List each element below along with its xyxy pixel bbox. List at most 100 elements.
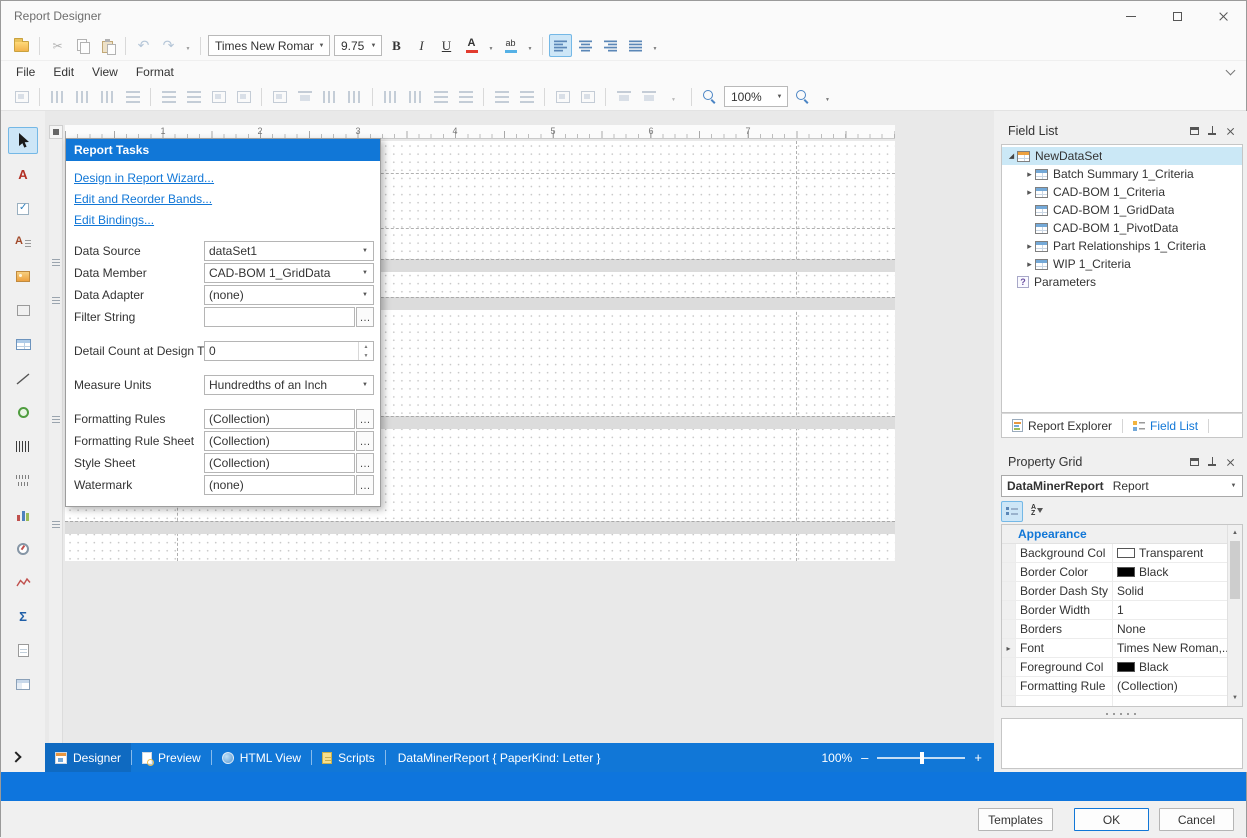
same-width-button[interactable] xyxy=(207,86,230,108)
edit-bindings-link[interactable]: Edit Bindings... xyxy=(66,209,380,230)
tab-scripts[interactable]: Scripts xyxy=(312,743,385,772)
center-vertically-button[interactable] xyxy=(576,86,599,108)
align-centers-button[interactable] xyxy=(71,86,94,108)
property-value[interactable]: Black xyxy=(1113,563,1227,581)
align-right-button[interactable] xyxy=(599,34,622,57)
property-value[interactable]: Transparent xyxy=(1113,544,1227,562)
h-spacing-remove-button[interactable] xyxy=(404,86,427,108)
highlight-button[interactable]: ab xyxy=(499,34,522,57)
style-sheet-ellipsis-button[interactable]: … xyxy=(356,453,374,473)
tool-bar-code[interactable] xyxy=(8,433,38,460)
templates-button[interactable]: Templates xyxy=(978,808,1053,831)
maximize-button[interactable] xyxy=(1154,1,1200,31)
design-in-report-wizard-link[interactable]: Design in Report Wizard... xyxy=(66,167,380,188)
copy-button[interactable] xyxy=(71,34,94,57)
v-spacing-decrease-button[interactable] xyxy=(490,86,513,108)
style-sheet-value[interactable]: (Collection) xyxy=(204,453,355,473)
pin-button[interactable] xyxy=(1203,122,1221,140)
highlight-dropdown[interactable] xyxy=(524,34,536,57)
tab-designer[interactable]: Designer xyxy=(45,743,131,772)
tool-subreport[interactable] xyxy=(8,637,38,664)
expand-icon[interactable] xyxy=(1002,639,1016,657)
alphabetical-sort-button[interactable] xyxy=(1026,501,1048,522)
tool-panel[interactable] xyxy=(8,297,38,324)
zoom-in-button[interactable] xyxy=(791,86,814,108)
data-source-combo[interactable]: dataSet1 xyxy=(204,241,374,261)
tool-shape[interactable] xyxy=(8,399,38,426)
font-color-dropdown[interactable] xyxy=(485,34,497,57)
tool-sparkline[interactable] xyxy=(8,569,38,596)
tool-line[interactable] xyxy=(8,365,38,392)
restore-button[interactable] xyxy=(1185,122,1203,140)
tree-node-parameters[interactable]: Parameters xyxy=(1002,273,1242,291)
collapse-icon[interactable] xyxy=(1006,152,1017,160)
formatting-rules-ellipsis-button[interactable]: … xyxy=(356,409,374,429)
zoom-in-button[interactable]: + xyxy=(974,751,982,764)
redo-button[interactable] xyxy=(157,34,180,57)
spinner-arrows-icon[interactable] xyxy=(358,342,373,360)
property-grid[interactable]: Appearance Background Col Transparent Bo… xyxy=(1001,524,1243,707)
edit-and-reorder-bands-link[interactable]: Edit and Reorder Bands... xyxy=(66,188,380,209)
expand-icon[interactable] xyxy=(1024,187,1035,198)
undo-button[interactable] xyxy=(132,34,155,57)
h-spacing-decrease-button[interactable] xyxy=(379,86,402,108)
send-to-back-button[interactable] xyxy=(637,86,660,108)
tree-node[interactable]: CAD-BOM 1_Criteria xyxy=(1002,183,1242,201)
menu-edit[interactable]: Edit xyxy=(44,61,83,83)
watermark-value[interactable]: (none) xyxy=(204,475,355,495)
zoom-out-button[interactable]: – xyxy=(861,751,868,764)
data-adapter-combo[interactable]: (none) xyxy=(204,285,374,305)
property-grid-header[interactable]: Property Grid xyxy=(1001,449,1243,475)
tab-field-list[interactable]: Field List xyxy=(1123,414,1208,437)
tool-chart[interactable] xyxy=(8,501,38,528)
property-value[interactable]: Black xyxy=(1113,658,1227,676)
zoom-combo[interactable]: 100% xyxy=(724,86,788,107)
align-left-button[interactable] xyxy=(549,34,572,57)
tool-picture-box[interactable] xyxy=(8,263,38,290)
tool-table[interactable] xyxy=(8,331,38,358)
tool-page-info[interactable] xyxy=(8,671,38,698)
align-bottoms-button[interactable] xyxy=(182,86,205,108)
font-size-combo[interactable]: 9.75 xyxy=(334,35,382,56)
filter-string-ellipsis-button[interactable]: … xyxy=(356,307,374,327)
align-center-button[interactable] xyxy=(574,34,597,57)
tool-zip-code[interactable] xyxy=(8,467,38,494)
font-color-button[interactable]: A xyxy=(460,34,483,57)
paste-button[interactable] xyxy=(96,34,119,57)
restore-button[interactable] xyxy=(1185,453,1203,471)
tree-node[interactable]: CAD-BOM 1_GridData xyxy=(1002,201,1242,219)
same-height-button[interactable] xyxy=(232,86,255,108)
band-strip[interactable] xyxy=(49,139,63,743)
tool-check-box[interactable] xyxy=(8,195,38,222)
close-button[interactable] xyxy=(1200,1,1246,31)
same-size-button[interactable] xyxy=(268,86,291,108)
tree-node[interactable]: CAD-BOM 1_PivotData xyxy=(1002,219,1242,237)
open-button[interactable] xyxy=(10,34,33,57)
tool-rich-text[interactable] xyxy=(8,229,38,256)
tool-pointer[interactable] xyxy=(8,127,38,154)
collapse-chevron-icon[interactable] xyxy=(1226,65,1236,75)
tab-html-view[interactable]: HTML View xyxy=(212,743,311,772)
scroll-thumb[interactable] xyxy=(1230,541,1240,599)
property-value[interactable]: 1 xyxy=(1113,601,1227,619)
order-dropdown[interactable] xyxy=(662,86,685,108)
v-spacing-remove-button[interactable] xyxy=(515,86,538,108)
tab-report-explorer[interactable]: Report Explorer xyxy=(1002,414,1122,437)
detail-count-spinner[interactable]: 0 xyxy=(204,341,374,361)
menu-format[interactable]: Format xyxy=(127,61,183,83)
zoom-slider[interactable] xyxy=(877,757,965,759)
align-middles-button[interactable] xyxy=(157,86,180,108)
scrollbar[interactable] xyxy=(1227,525,1242,706)
tree-node-newdataset[interactable]: NewDataSet xyxy=(1002,147,1242,165)
formatting-rule-sheet-value[interactable]: (Collection) xyxy=(204,431,355,451)
watermark-ellipsis-button[interactable]: … xyxy=(356,475,374,495)
font-name-combo[interactable]: Times New Roman xyxy=(208,35,330,56)
menu-file[interactable]: File xyxy=(7,61,44,83)
filter-string-input[interactable] xyxy=(204,307,355,327)
scroll-down-icon[interactable] xyxy=(1228,691,1242,705)
cut-button[interactable] xyxy=(46,34,69,57)
zoom-slider-thumb[interactable] xyxy=(920,752,924,764)
redo-dropdown[interactable] xyxy=(182,34,194,57)
h-spacing-equal-button[interactable] xyxy=(318,86,341,108)
categorized-view-button[interactable] xyxy=(1001,501,1023,522)
